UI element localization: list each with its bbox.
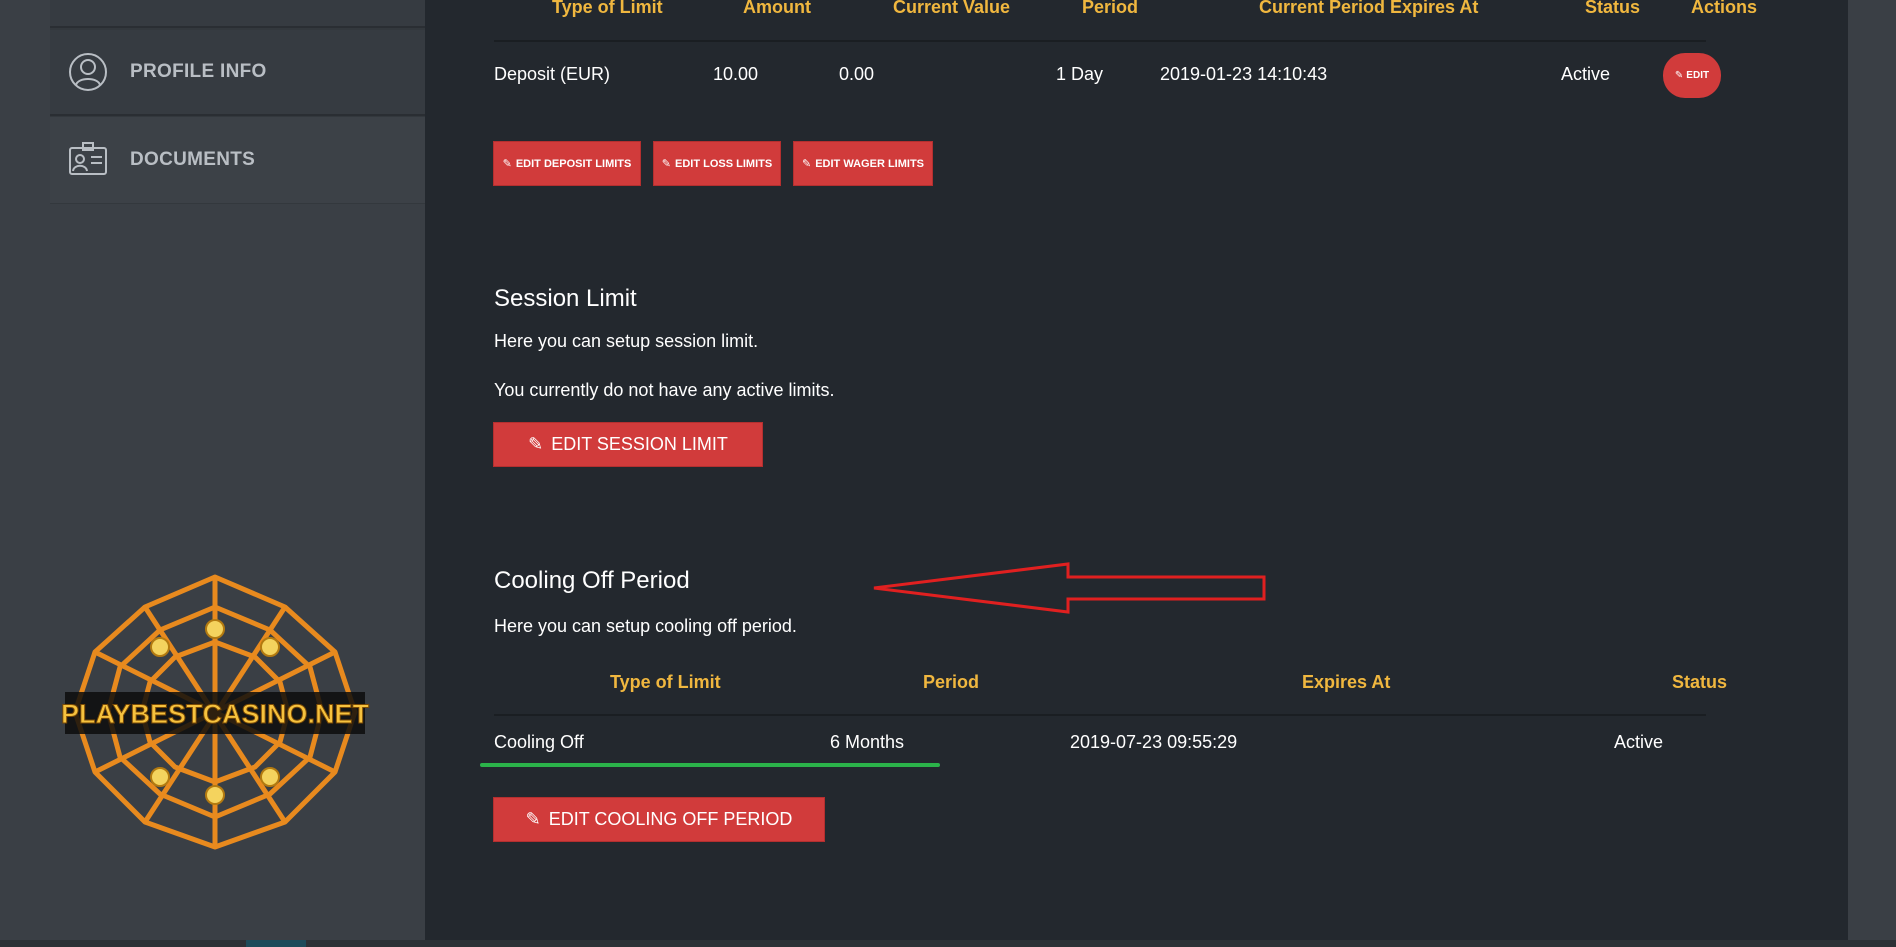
cell-expires: 2019-07-23 09:55:29 xyxy=(1070,732,1238,752)
col-header-status: Status xyxy=(1585,0,1641,17)
cell-type: Deposit (EUR) xyxy=(494,64,611,84)
annotation-arrow-icon xyxy=(873,562,1266,614)
main-content: Type of Limit Amount Current Value Perio… xyxy=(425,0,1848,940)
cell-period: 1 Day xyxy=(1056,64,1104,84)
cell-expires: 2019-01-23 14:10:43 xyxy=(1160,64,1328,84)
session-status-text: You currently do not have any active lim… xyxy=(494,380,835,400)
cell-amount: 10.00 xyxy=(713,64,759,84)
section-description: Here you can setup session limit. xyxy=(494,331,759,351)
button-label: EDIT LOSS LIMITS xyxy=(675,157,773,170)
col-header-period: Period xyxy=(923,672,980,692)
col-header-status: Status xyxy=(1672,672,1728,692)
user-icon xyxy=(68,52,108,92)
highlight-underline xyxy=(480,763,940,767)
sidebar-item-documents[interactable]: DOCUMENTS xyxy=(50,117,425,203)
pencil-icon: ✎ xyxy=(802,158,812,170)
left-column: PROFILE INFO DOCUMENTS PLAYBESTCASINO.NE… xyxy=(0,0,425,947)
edit-deposit-limits-button[interactable]: ✎ EDIT DEPOSIT LIMITS xyxy=(493,141,641,186)
spider-web-logo: PLAYBESTCASINO.NET xyxy=(60,574,370,850)
col-header-expires: Expires At xyxy=(1302,672,1391,692)
table-divider xyxy=(494,40,1706,42)
button-label: EDIT WAGER LIMITS xyxy=(815,157,924,170)
edit-wager-limits-button[interactable]: ✎ EDIT WAGER LIMITS xyxy=(793,141,933,186)
edit-limit-button[interactable]: ✎ EDIT xyxy=(1663,53,1721,98)
pencil-icon: ✎ xyxy=(661,158,672,170)
col-header-actions: Actions xyxy=(1691,0,1758,17)
pencil-icon: ✎ xyxy=(528,434,544,454)
sidebar-item-profile-info[interactable]: PROFILE INFO xyxy=(50,30,425,116)
bottom-bar xyxy=(0,940,1896,947)
col-header-type: Type of Limit xyxy=(610,672,721,692)
col-header-expires: Current Period Expires At xyxy=(1259,0,1479,17)
cell-type: Cooling Off xyxy=(494,732,584,752)
id-card-icon xyxy=(68,140,108,180)
section-description: Here you can setup cooling off period. xyxy=(494,616,797,636)
cell-status: Active xyxy=(1614,732,1664,752)
section-title: Session Limit xyxy=(494,285,637,312)
logo-text: PLAYBESTCASINO.NET xyxy=(61,699,370,729)
cell-status: Active xyxy=(1561,64,1611,84)
table-divider xyxy=(494,714,1706,716)
button-label: EDIT DEPOSIT LIMITS xyxy=(515,157,632,170)
pencil-icon: ✎ xyxy=(502,158,512,170)
col-header-type: Type of Limit xyxy=(552,0,663,17)
sidebar-item-previous[interactable] xyxy=(50,0,425,28)
pencil-icon: ✎ xyxy=(525,809,541,829)
edit-cooling-off-button[interactable]: ✎ EDIT COOLING OFF PERIOD xyxy=(493,797,825,842)
edit-loss-limits-button[interactable]: ✎ EDIT LOSS LIMITS xyxy=(653,141,781,186)
section-title: Cooling Off Period xyxy=(494,567,690,594)
sidebar-item-label: PROFILE INFO xyxy=(130,61,267,82)
col-header-period: Period xyxy=(1082,0,1139,17)
edit-session-limit-button[interactable]: ✎ EDIT SESSION LIMIT xyxy=(493,422,763,467)
sidebar-item-label: DOCUMENTS xyxy=(130,149,256,170)
col-header-current-value: Current Value xyxy=(893,0,1011,17)
col-header-amount: Amount xyxy=(743,0,811,17)
edit-label: EDIT xyxy=(1686,70,1710,81)
cell-period: 6 Months xyxy=(830,732,905,752)
right-scroll-gutter xyxy=(1848,0,1896,947)
cell-current-value: 0.00 xyxy=(839,64,875,84)
button-label: EDIT SESSION LIMIT xyxy=(551,434,728,454)
button-label: EDIT COOLING OFF PERIOD xyxy=(548,809,793,829)
sidebar-nav: PROFILE INFO DOCUMENTS xyxy=(50,0,425,204)
pencil-icon: ✎ xyxy=(1674,70,1684,81)
